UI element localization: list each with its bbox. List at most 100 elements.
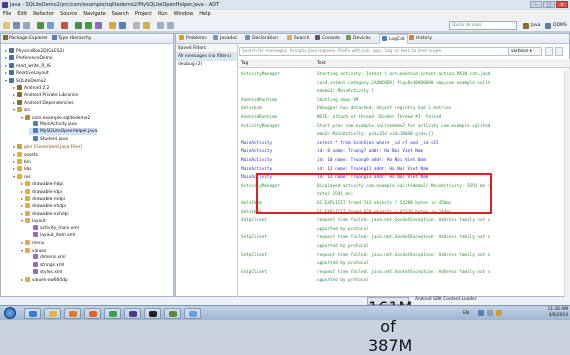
menu-run[interactable]: Run (158, 10, 168, 19)
taskbar-cmd[interactable] (144, 308, 161, 319)
maximize-button[interactable]: □ (543, 1, 555, 8)
log-row[interactable]: edemo2/.MainActivity } (239, 88, 570, 96)
tree-item[interactable]: ▸ values-sw600dp (21, 276, 68, 283)
taskbar-emulator[interactable] (164, 308, 181, 319)
tab-history[interactable]: History (409, 34, 432, 44)
tree-item[interactable]: ▸ drawable-xhdpi (21, 202, 66, 209)
tree-item[interactable]: ▸ libs (13, 165, 32, 172)
taskbar-media[interactable] (64, 308, 81, 319)
log-row[interactable]: ActivityManager Start proc com.example.sq… (239, 123, 570, 131)
tree-item[interactable]: ▸ RelativeLayout (5, 69, 49, 76)
forward-icon[interactable] (167, 22, 174, 29)
menu-source[interactable]: Source (60, 10, 77, 19)
taskbar-firefox[interactable] (84, 308, 101, 319)
tree-item[interactable]: styles.xml (29, 269, 62, 276)
language-indicator[interactable]: EN (463, 311, 469, 316)
perspective-java[interactable]: Java (523, 21, 541, 30)
column-text[interactable]: Text (317, 59, 326, 68)
clock[interactable]: 11:36 AM 4/6/2014 (548, 307, 568, 319)
tree-item[interactable]: ▾ SQLiteDemo2 (5, 77, 46, 84)
logcat-search-input[interactable]: Search for messages. Accepts Java regexe… (239, 47, 539, 56)
tree-item[interactable]: dimens.xml (29, 254, 66, 261)
start-button[interactable] (4, 307, 16, 319)
tree-item[interactable]: ▸ bin (13, 158, 31, 165)
tab-search[interactable]: Search (287, 34, 309, 44)
taskbar-ie[interactable] (24, 308, 41, 319)
tree-item[interactable]: ▸ drawable-hdpi (21, 180, 63, 187)
log-row[interactable]: AndroidRuntime Shutting down VM (239, 97, 570, 105)
tree-item[interactable]: ▾ res (13, 173, 31, 180)
new-java-class-icon[interactable] (119, 22, 126, 29)
tree-item[interactable]: ▸ Android Private Libraries (13, 91, 78, 98)
log-row[interactable]: upported by protocol (239, 260, 570, 268)
menu-refactor[interactable]: Refactor (33, 10, 54, 19)
clear-log-icon[interactable] (555, 47, 563, 56)
column-tag[interactable]: Tag (241, 59, 248, 68)
tab-devices[interactable]: Devices (346, 34, 371, 44)
log-row[interactable]: upported by protocol (239, 226, 570, 234)
tree-item[interactable]: ▸ Android Dependencies (13, 99, 74, 106)
log-row[interactable]: MainActivity id: 8 name: Truong7 addr: Ha… (239, 148, 570, 156)
log-row[interactable]: emo2/.MainActivity: pid=354 uid=10040 gi… (239, 131, 570, 139)
log-row[interactable]: dalvikvm Debugger has detached; object re… (239, 105, 570, 113)
tree-item[interactable]: ▾ src (13, 106, 30, 113)
save-log-icon[interactable] (545, 47, 553, 56)
tree-item[interactable]: Student.java (29, 135, 68, 143)
tree-item[interactable]: activity_main.xml (29, 224, 79, 232)
log-row[interactable]: SntpClient request time failed: java.net.… (239, 217, 570, 225)
menu-edit[interactable]: Edit (17, 10, 27, 19)
tree-item[interactable]: ▸ gen [Generated Java Files] (13, 143, 82, 150)
log-row[interactable]: AndroidRuntime NOTE: attach of thread 'Bi… (239, 114, 570, 122)
search-icon[interactable] (143, 22, 150, 29)
menu-navigate[interactable]: Navigate (83, 10, 105, 19)
taskbar-paint[interactable] (184, 308, 201, 319)
tab-console[interactable]: Console (315, 34, 340, 44)
menu-window[interactable]: Window (174, 10, 194, 19)
tree-item[interactable]: ▸ drawable-ldpi (21, 188, 62, 195)
print-icon[interactable] (23, 22, 30, 29)
flag-icon[interactable] (496, 310, 502, 316)
log-row[interactable]: SntpClient request time failed: java.net.… (239, 252, 570, 260)
tab-logcat[interactable]: LogCat (379, 34, 408, 44)
tree-item[interactable]: strings.xml (29, 261, 64, 269)
tree-item[interactable]: ▸ PhysicsBox2D(GLES2) (5, 47, 64, 54)
menu-project[interactable]: Project (135, 10, 152, 19)
filter-all-messages[interactable]: All messages (no filters) (176, 53, 237, 61)
log-row[interactable]: MainActivity id: 10 name: Truong9 addr: H… (239, 157, 570, 165)
tree-item[interactable]: ▸ read_write_R_IS (5, 62, 51, 69)
tab-problems[interactable]: Problems (179, 34, 207, 44)
menu-help[interactable]: Help (199, 10, 210, 19)
tab-javadoc[interactable]: Javadoc (213, 34, 238, 44)
tree-item[interactable]: ▸ drawable-xxhdpi (21, 210, 69, 217)
tree-item[interactable]: MainActivity.java (29, 121, 77, 128)
debug-icon[interactable] (75, 22, 82, 29)
log-level-select[interactable]: verbose ▾ (508, 47, 542, 56)
tree-item[interactable]: ▸ assets (13, 151, 38, 158)
menu-file[interactable]: File (3, 10, 11, 19)
new-java-package-icon[interactable] (109, 22, 116, 29)
tab-type-hierarchy[interactable]: Type Hierarchy (51, 34, 91, 43)
tree-item[interactable]: ▸ menu (21, 239, 45, 246)
taskbar-chrome[interactable] (104, 308, 121, 319)
memory-indicator[interactable]: 161M of 387M (367, 297, 412, 355)
log-row[interactable]: roid.intent.category.LAUNCHER] flg=0x100… (239, 80, 570, 88)
log-row[interactable]: SntpClient request time failed: java.net.… (239, 269, 570, 277)
log-row[interactable]: MainActivity select * from SinhVien where… (239, 140, 570, 148)
new-icon[interactable] (3, 22, 10, 29)
back-icon[interactable] (157, 22, 164, 29)
taskbar-explorer[interactable] (44, 308, 61, 319)
network-icon[interactable] (478, 310, 484, 316)
quick-access-input[interactable]: Quick Access (449, 21, 517, 30)
avd-manager-icon[interactable] (47, 22, 54, 29)
log-row[interactable]: upported by protocol (239, 277, 570, 285)
android-sdk-manager-icon[interactable] (37, 22, 44, 29)
perspective-ddms[interactable]: DDMS (545, 21, 567, 30)
save-icon[interactable] (13, 22, 20, 29)
tree-item[interactable]: ▾ layout (21, 217, 46, 224)
tree-item[interactable]: ▸ Android 2.2 (13, 84, 49, 91)
lint-icon[interactable] (61, 22, 68, 29)
tree-item[interactable]: ▸ drawable-mdpi (21, 195, 65, 202)
menu-search[interactable]: Search (112, 10, 129, 19)
tree-item[interactable]: MySQLiteOpenHelper.java (29, 128, 98, 136)
open-type-icon[interactable] (133, 22, 140, 29)
